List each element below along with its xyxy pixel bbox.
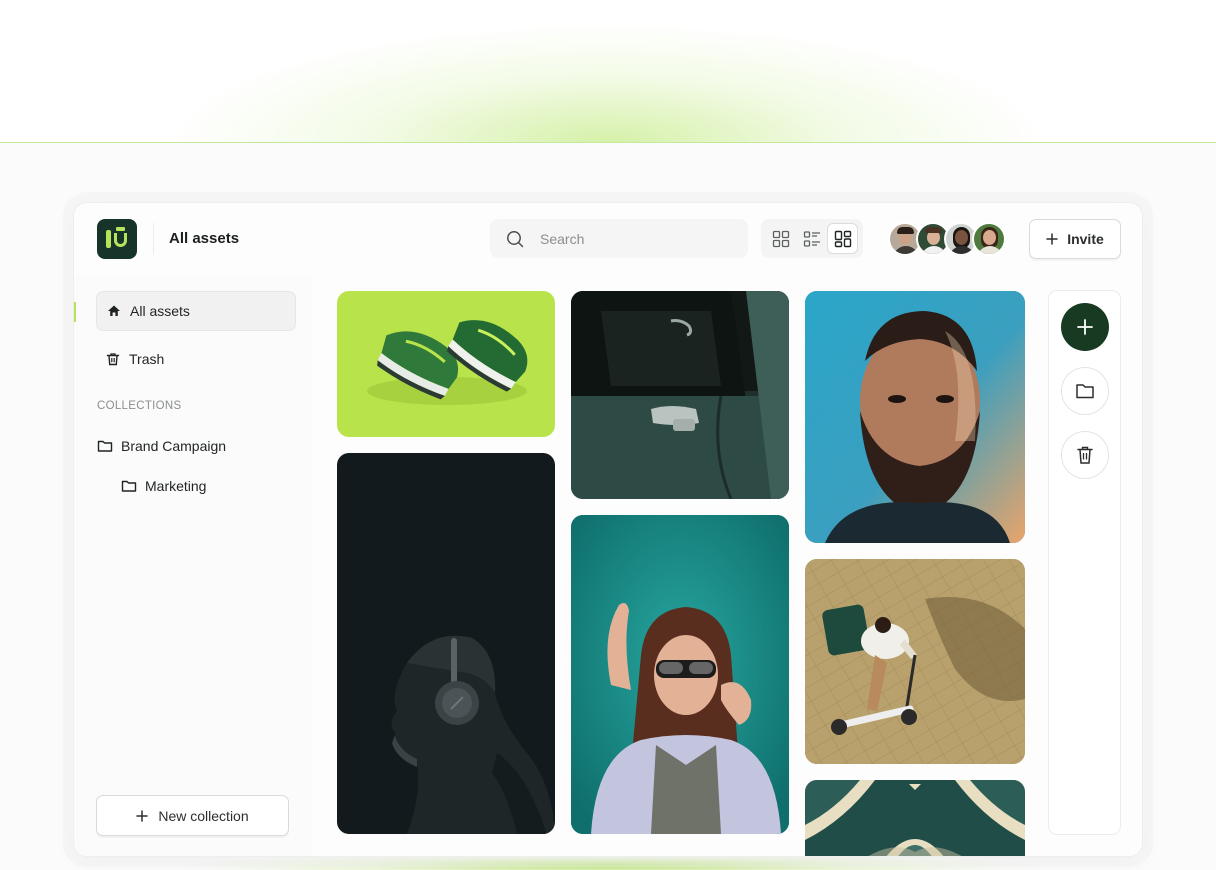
active-nav-indicator bbox=[74, 302, 76, 322]
delete-asset-button[interactable] bbox=[1061, 431, 1109, 479]
collection-brand-campaign[interactable]: Brand Campaign bbox=[97, 438, 226, 454]
bearded-man-image bbox=[805, 291, 1025, 543]
sidebar-item-label: Trash bbox=[129, 351, 165, 367]
move-to-folder-button[interactable] bbox=[1061, 367, 1109, 415]
search-bar[interactable] bbox=[490, 219, 748, 258]
plus-icon bbox=[1077, 319, 1093, 335]
app-logo[interactable] bbox=[97, 219, 137, 259]
collection-marketing[interactable]: Marketing bbox=[121, 478, 206, 494]
asset-scooter-delivery[interactable] bbox=[805, 559, 1025, 764]
logo-cup bbox=[114, 233, 127, 247]
collections-heading: COLLECTIONS bbox=[97, 400, 182, 412]
avatar-head bbox=[983, 230, 996, 245]
action-rail bbox=[1048, 290, 1121, 835]
collection-label: Brand Campaign bbox=[121, 438, 227, 454]
sidebar: All assets Trash COLLECTIONS Brand Campa… bbox=[74, 275, 312, 856]
logo-bolt bbox=[116, 227, 125, 231]
bottom-glow bbox=[180, 855, 1040, 870]
avatar-hair bbox=[925, 227, 942, 233]
top-glow bbox=[0, 0, 1216, 143]
grid-view-button[interactable] bbox=[765, 223, 796, 254]
search-icon bbox=[507, 230, 524, 247]
plus-icon bbox=[136, 809, 149, 822]
page-title: All assets bbox=[169, 230, 240, 247]
plus-icon bbox=[1046, 233, 1058, 245]
avatar-head bbox=[955, 230, 968, 245]
headphones-image bbox=[391, 635, 555, 834]
trash-icon bbox=[1077, 446, 1093, 464]
trash-icon bbox=[106, 353, 120, 366]
header-divider bbox=[153, 223, 154, 255]
scooter-image bbox=[805, 559, 1025, 764]
asset-car-door[interactable] bbox=[571, 291, 789, 499]
asset-architecture-pattern[interactable] bbox=[805, 780, 1025, 856]
search-input[interactable] bbox=[540, 230, 720, 247]
folder-icon bbox=[121, 480, 137, 492]
add-asset-button[interactable] bbox=[1061, 303, 1109, 351]
sidebar-item-all-assets[interactable]: All assets bbox=[96, 291, 296, 331]
list-icon bbox=[803, 230, 820, 247]
new-collection-label: New collection bbox=[158, 807, 249, 824]
car-door-image bbox=[571, 291, 789, 499]
app-window: All assets Search Invite All assets Tras… bbox=[73, 202, 1143, 857]
folder-icon bbox=[1076, 384, 1094, 399]
logo-bar bbox=[106, 230, 111, 248]
avatar-hair bbox=[897, 227, 914, 234]
architecture-image bbox=[805, 780, 1025, 856]
view-toggle-group bbox=[761, 219, 863, 258]
new-collection-button[interactable]: New collection bbox=[96, 795, 289, 836]
masonry-view-button[interactable] bbox=[827, 223, 858, 254]
grid-icon bbox=[772, 230, 789, 247]
avatar-shoulder bbox=[921, 246, 947, 254]
asset-girl-sunglasses[interactable] bbox=[571, 515, 789, 834]
collection-label: Marketing bbox=[145, 478, 207, 494]
invite-button[interactable]: Invite bbox=[1029, 219, 1121, 259]
sidebar-item-trash[interactable]: Trash bbox=[96, 339, 296, 379]
avatar-shoulder bbox=[949, 246, 975, 254]
asset-headphones-portrait[interactable] bbox=[337, 453, 555, 834]
sneakers-image bbox=[367, 320, 528, 405]
asset-bearded-man-portrait[interactable] bbox=[805, 291, 1025, 543]
invite-label: Invite bbox=[1067, 231, 1104, 247]
sidebar-item-label: All assets bbox=[130, 303, 190, 319]
avatar-shoulder bbox=[977, 246, 1003, 254]
list-view-button[interactable] bbox=[796, 223, 827, 254]
home-icon bbox=[108, 305, 120, 316]
asset-sneakers-on-green[interactable] bbox=[337, 291, 555, 437]
folder-icon bbox=[97, 440, 113, 452]
masonry-icon bbox=[834, 230, 851, 247]
avatar-woman-glasses[interactable] bbox=[972, 222, 1006, 256]
girl-sunglasses-image bbox=[571, 515, 789, 834]
avatar-shoulder bbox=[893, 246, 919, 254]
